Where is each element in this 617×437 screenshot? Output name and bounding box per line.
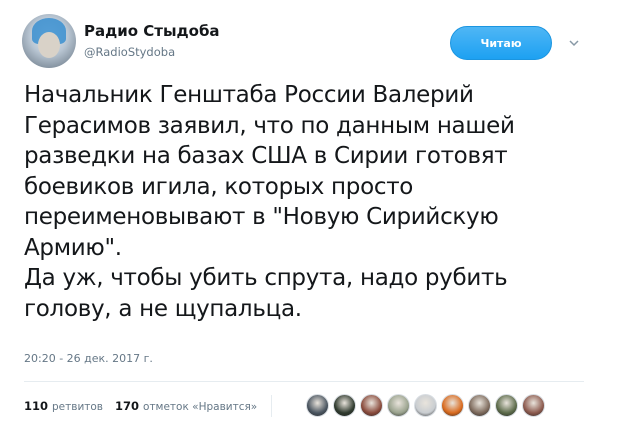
likes-label: отметок «Нравится» [143,401,258,413]
avatar-icon[interactable] [522,394,545,417]
retweets-label: ретвитов [52,401,103,413]
tweet-line: разведки на базах США в Сирии готовят [24,143,508,169]
likes-count: 170 [115,399,140,413]
tweet-stats: 110 ретвитов 170 отметок «Нравится» [24,395,278,417]
stats-separator [271,395,273,417]
retweets-count: 110 [24,399,49,413]
tweet-text: Начальник Генштаба России Валерий Гераси… [24,80,604,324]
tweet-line: боевиков игила, которых просто [24,173,414,200]
tweet-line: Да уж, чтобы убить спрута, надо рубить [24,265,508,291]
tweet-line: голову, а не щупальца. [24,295,302,322]
following-button[interactable]: Читаю [450,26,552,60]
avatar-icon[interactable] [468,394,491,417]
tweet-line: Начальник Генштаба России Валерий [24,82,474,108]
avatar-icon[interactable] [387,394,410,417]
tweet-timestamp[interactable]: 20:20 - 26 дек. 2017 г. [24,352,153,365]
avatar-icon[interactable] [414,394,437,417]
divider [24,381,584,382]
avatar-icon[interactable] [441,394,464,417]
tweet-line: Армию". [24,234,122,261]
avatar-icon[interactable] [306,394,329,417]
avatar-icon[interactable] [495,394,518,417]
tweet-line: Герасимов заявил, что по данным нашей [24,112,515,139]
chevron-down-icon[interactable] [568,37,580,49]
user-display-name[interactable]: Радио Стыдоба [84,22,220,40]
retweets-stat[interactable]: 110 ретвитов [24,399,103,413]
likes-stat[interactable]: 170 отметок «Нравится» [115,399,257,413]
profile-avatar[interactable] [22,14,76,68]
avatar-face-shape [38,32,60,58]
avatar-icon[interactable] [360,394,383,417]
avatar-icon[interactable] [333,394,356,417]
tweet-line: переименовывают в "Новую Сирийскую [24,204,499,230]
user-handle[interactable]: @RadioStydoba [84,45,175,59]
liker-avatars [306,394,549,417]
